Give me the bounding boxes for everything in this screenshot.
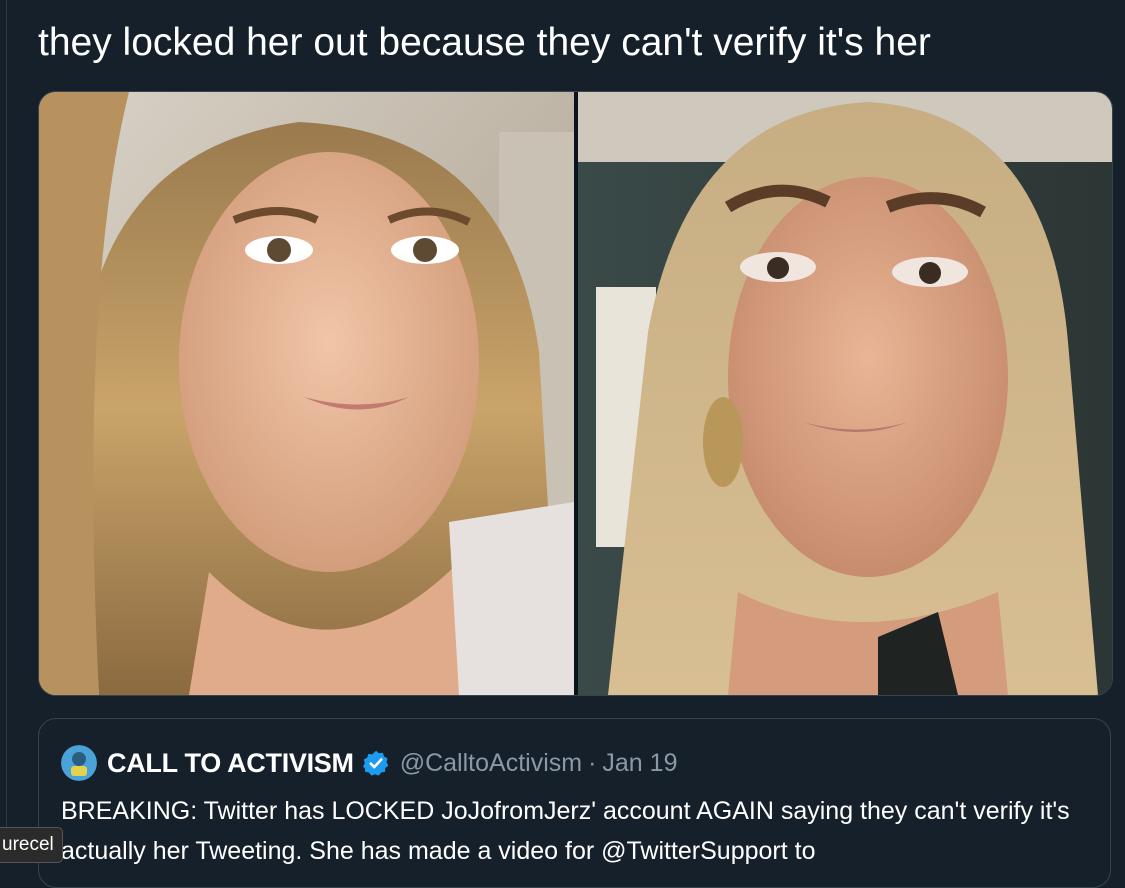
quoted-tweet-header: CALL TO ACTIVISM @CalltoActivism · Jan 1… — [61, 743, 677, 783]
tweet-text: they locked her out because they can't v… — [38, 21, 931, 64]
quoted-author-name[interactable]: CALL TO ACTIVISM — [107, 748, 354, 779]
verified-badge-icon — [362, 750, 389, 776]
author-avatar[interactable] — [61, 745, 97, 781]
tweet-media-grid[interactable] — [38, 91, 1113, 696]
quoted-author-handle[interactable]: @CalltoActivism — [400, 749, 582, 778]
media-photo-left[interactable] — [39, 92, 574, 695]
media-photo-right[interactable] — [578, 92, 1112, 695]
timeline-thread-line — [6, 0, 7, 863]
portrait-photo-left — [39, 92, 574, 695]
hover-tooltip: urecel — [0, 827, 63, 863]
quoted-tweet-date[interactable]: Jan 19 — [602, 749, 677, 778]
meta-separator: · — [588, 748, 597, 777]
quoted-tweet-body: BREAKING: Twitter has LOCKED JoJofromJer… — [61, 797, 1070, 865]
portrait-photo-right — [578, 92, 1112, 695]
